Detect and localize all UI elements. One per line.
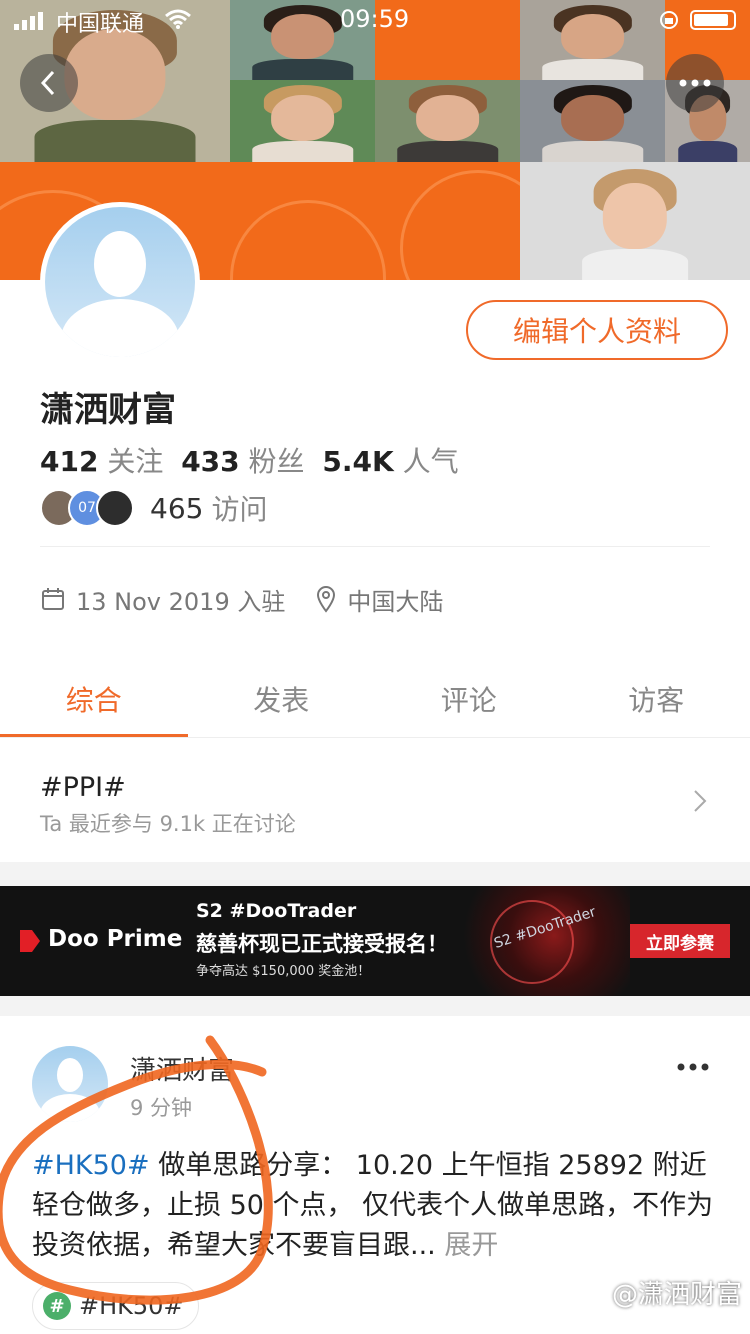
tab-comments[interactable]: 评论 bbox=[375, 660, 563, 738]
visits-label: 访问 bbox=[211, 493, 268, 526]
profile-name: 潇洒财富 bbox=[40, 390, 176, 430]
banner-line2: 慈善杯现已正式接受报名！ bbox=[196, 932, 448, 956]
banner-cta-button[interactable]: 立即参赛 bbox=[630, 924, 730, 958]
stat-following-label: 关注 bbox=[107, 445, 164, 478]
cover-photo-woman-blonde bbox=[230, 80, 375, 162]
calendar-icon bbox=[42, 588, 64, 610]
battery-icon bbox=[690, 10, 736, 30]
orientation-lock-icon bbox=[660, 11, 678, 29]
doo-prime-logo-icon bbox=[20, 930, 40, 952]
profile-meta: 13 Nov 2019 入驻 中国大陆 bbox=[40, 578, 443, 620]
carrier-name: 中国联通 bbox=[56, 12, 145, 37]
stat-popularity-label: 人气 bbox=[402, 445, 459, 478]
stat-popularity-count: 5.4K bbox=[322, 445, 394, 478]
cover-photo-woman-glasses bbox=[520, 80, 665, 162]
post-author-avatar[interactable] bbox=[32, 1046, 108, 1122]
tab-posts[interactable]: 发表 bbox=[188, 660, 376, 738]
ad-banner[interactable]: Doo Prime S2 #DooTrader 慈善杯现已正式接受报名！ 争夺高… bbox=[0, 886, 750, 996]
wifi-icon bbox=[165, 9, 191, 29]
profile-stats: 412 关注 433 粉丝 5.4K 人气 bbox=[40, 440, 459, 480]
post-body[interactable]: #HK50# 做单思路分享： 10.20 上午恒指 25892 附近轻仓做多，止… bbox=[32, 1146, 722, 1266]
topic-title: #PPI# bbox=[40, 772, 126, 803]
status-bar: 中国联通 09:59 bbox=[0, 0, 750, 40]
profile-avatar[interactable] bbox=[40, 202, 200, 362]
post-tag-chip[interactable]: # #HK50# bbox=[32, 1282, 199, 1330]
topic-meta: Ta 最近参与 9.1k 正在讨论 bbox=[40, 812, 296, 836]
join-date: 13 Nov 2019 入驻 bbox=[76, 587, 286, 616]
location-pin-icon bbox=[317, 586, 336, 613]
visitors-row[interactable]: 07 465 访问 bbox=[40, 488, 267, 528]
banner-brand: Doo Prime bbox=[48, 926, 183, 952]
default-avatar-silhouette bbox=[45, 207, 195, 357]
banner-line1: S2 #DooTrader bbox=[196, 900, 357, 922]
location: 中国大陆 bbox=[347, 587, 444, 616]
visitor-avatar-badge: 07 bbox=[78, 500, 96, 516]
topic-row[interactable]: #PPI# Ta 最近参与 9.1k 正在讨论 bbox=[0, 740, 750, 862]
tab-overview[interactable]: 综合 bbox=[0, 660, 188, 738]
section-gap bbox=[0, 862, 750, 886]
status-time: 09:59 bbox=[340, 5, 410, 33]
divider bbox=[0, 737, 750, 738]
post-more-icon[interactable] bbox=[676, 1062, 710, 1072]
cover-pattern bbox=[230, 200, 386, 280]
post-author-name[interactable]: 潇洒财富 bbox=[130, 1050, 234, 1087]
stat-following-count: 412 bbox=[40, 445, 99, 478]
edit-profile-button[interactable]: 编辑个人资料 bbox=[466, 300, 728, 360]
cover-photo-woman-brown-hair bbox=[375, 80, 520, 162]
post-time: 9 分钟 bbox=[130, 1096, 193, 1120]
section-gap bbox=[0, 996, 750, 1016]
cover-photo-woman-smiling bbox=[520, 162, 750, 280]
visits-count: 465 bbox=[150, 491, 204, 525]
post-expand-link[interactable]: 展开 bbox=[444, 1230, 498, 1261]
banner-line3: 争夺高达 $150,000 奖金池！ bbox=[196, 964, 371, 979]
post-tag-label: #HK50# bbox=[79, 1292, 184, 1320]
stat-popularity: 5.4K 人气 bbox=[322, 445, 458, 478]
hashtag-icon: # bbox=[43, 1292, 71, 1320]
watermark-text: @潇洒财富 bbox=[611, 1280, 742, 1310]
stat-followers-count: 433 bbox=[181, 445, 240, 478]
tab-visitors[interactable]: 访客 bbox=[563, 660, 750, 738]
signal-icon bbox=[14, 10, 43, 30]
stat-followers[interactable]: 433 粉丝 bbox=[181, 445, 304, 478]
more-button[interactable] bbox=[666, 54, 724, 112]
post-hashtag-link[interactable]: #HK50# bbox=[32, 1150, 150, 1181]
back-button[interactable] bbox=[20, 54, 78, 112]
more-dots-icon bbox=[679, 79, 711, 87]
stat-followers-label: 粉丝 bbox=[248, 445, 305, 478]
visitor-avatar bbox=[96, 489, 134, 527]
chevron-right-icon bbox=[694, 790, 707, 812]
stat-following[interactable]: 412 关注 bbox=[40, 445, 163, 478]
banner-artwork: S2 #DooTrader bbox=[440, 886, 630, 996]
back-arrow-icon bbox=[40, 70, 55, 96]
profile-tabs: 综合 发表 评论 访客 bbox=[0, 660, 750, 738]
divider bbox=[40, 546, 710, 547]
